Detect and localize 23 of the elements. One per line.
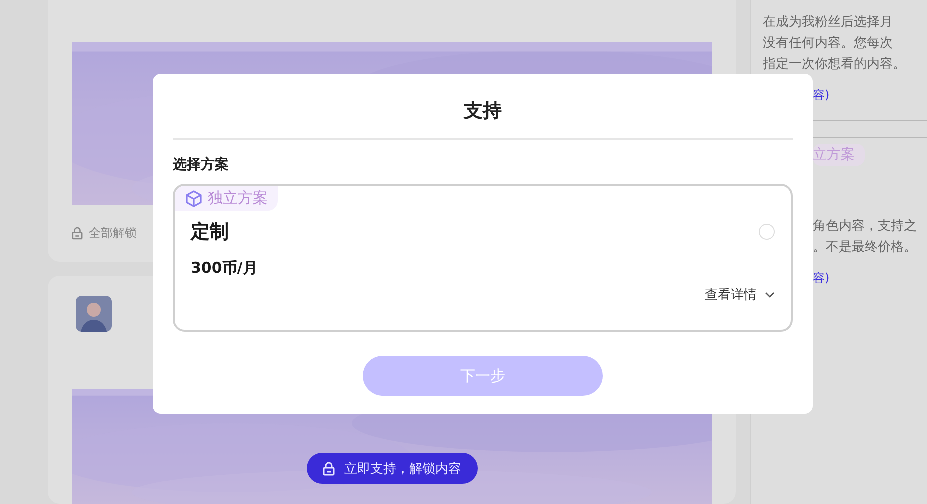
details-link[interactable]: 查看详情 <box>705 286 775 304</box>
avatar <box>76 296 112 332</box>
plan-card[interactable]: 独立方案 定制 300币/月 查看详情 <box>173 184 793 332</box>
plan-tag: 立方案 <box>813 144 865 166</box>
chevron-down-icon <box>765 292 775 298</box>
plan-name: 定制 <box>191 220 229 245</box>
content-link[interactable]: 容) <box>813 270 830 287</box>
unlock-button[interactable]: 立即支持，解锁内容 <box>306 453 478 484</box>
tag-text: 独立方案 <box>208 189 268 208</box>
content-link[interactable]: 容) <box>813 87 830 104</box>
footer-text: 全部解锁 <box>89 225 137 242</box>
radio-button[interactable] <box>759 224 775 240</box>
description-text: 没有任何内容。您每次 <box>763 35 894 53</box>
lock-icon <box>72 227 83 240</box>
description-text: 。不是最终价格。 <box>813 239 918 257</box>
plan-price: 300币/月 <box>190 258 259 278</box>
section-label: 选择方案 <box>173 156 230 174</box>
description-text: 角色内容，支持之 <box>813 218 918 236</box>
description-text: 指定一次你想看的内容。 <box>763 56 907 74</box>
cube-icon <box>185 190 203 208</box>
dialog-title: 支持 <box>462 99 503 124</box>
description-text: 在成为我粉丝后选择月 <box>763 14 894 32</box>
lock-icon <box>322 462 334 476</box>
